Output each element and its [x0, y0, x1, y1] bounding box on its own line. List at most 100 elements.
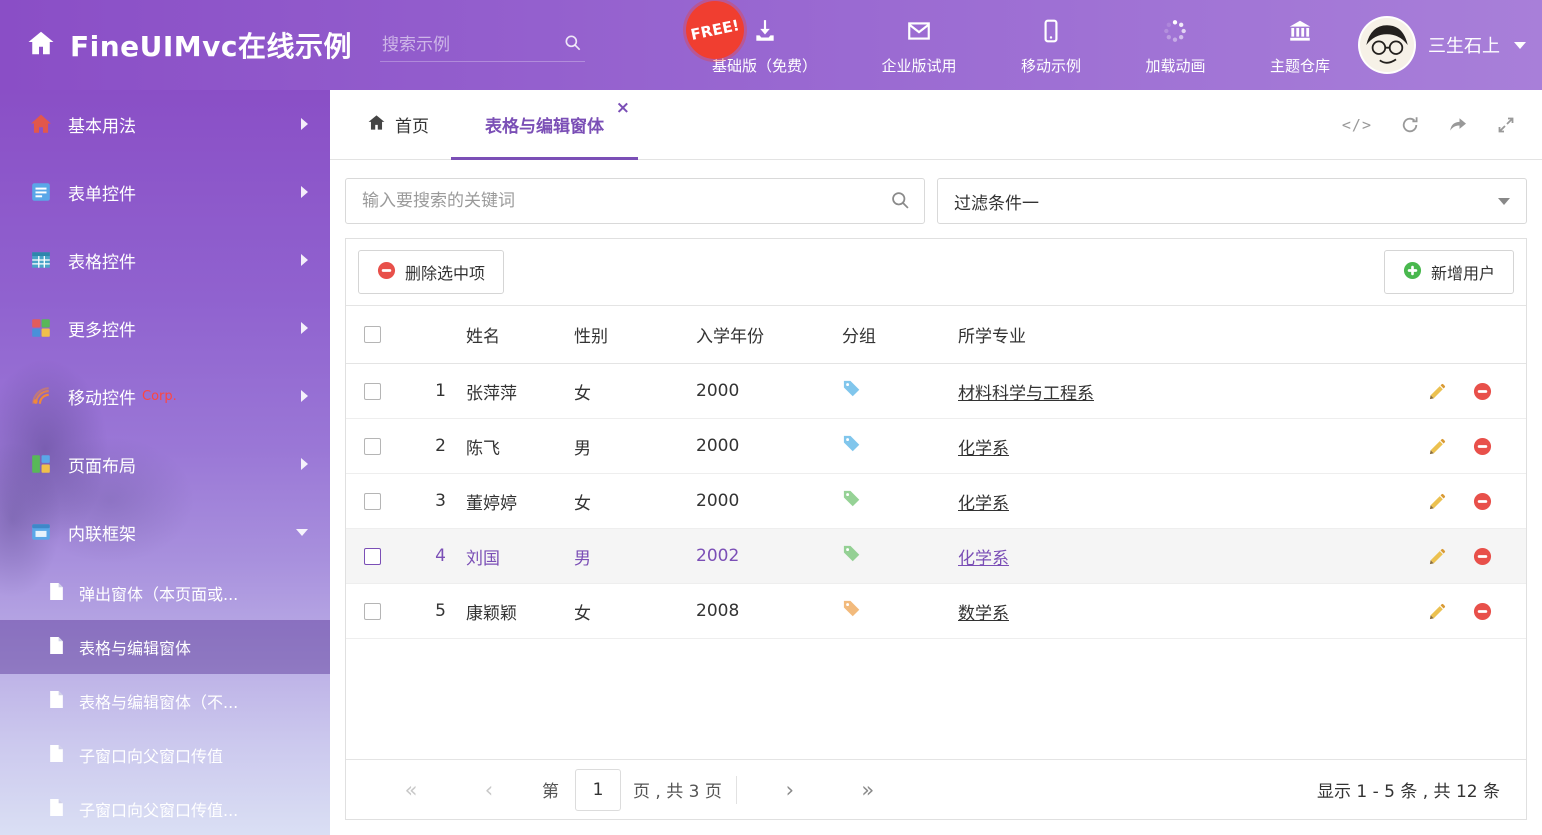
edit-icon[interactable] — [1428, 492, 1447, 511]
subitem-label: 子窗口向父窗口传值 — [79, 743, 223, 767]
sidebar-item-label: 内联框架 — [68, 520, 296, 545]
major-link[interactable]: 化学系 — [958, 549, 1009, 569]
delete-icon[interactable] — [1473, 382, 1492, 401]
sidebar-item-page-layout[interactable]: 页面布局 — [0, 430, 330, 498]
row-checkbox[interactable] — [364, 603, 381, 620]
sidebar-item-label: 表格控件 — [68, 248, 301, 273]
nav-loading-animation[interactable]: 加载动画 — [1145, 14, 1205, 76]
subitem-grid-edit-window[interactable]: 表格与编辑窗体 — [0, 620, 330, 674]
row-checkbox[interactable] — [364, 493, 381, 510]
fullscreen-icon[interactable] — [1496, 115, 1516, 135]
tab-tools: </> — [1342, 90, 1542, 159]
page-number-input[interactable] — [575, 769, 621, 811]
column-header-name: 姓名 — [456, 322, 574, 347]
student-name: 陈飞 — [456, 434, 574, 459]
search-icon[interactable] — [563, 33, 583, 57]
student-name: 张萍萍 — [456, 379, 574, 404]
student-name: 董婷婷 — [456, 489, 574, 514]
delete-icon[interactable] — [1473, 547, 1492, 566]
chevron-down-icon — [1498, 198, 1510, 205]
student-gender: 男 — [574, 544, 696, 569]
close-icon[interactable]: × — [616, 100, 630, 117]
subitem-popup-window[interactable]: 弹出窗体（本页面或... — [0, 566, 330, 620]
mail-icon — [906, 18, 932, 48]
sidebar-item-form-controls[interactable]: 表单控件 — [0, 158, 330, 226]
major-link[interactable]: 化学系 — [958, 439, 1009, 459]
nav-label: 主题仓库 — [1270, 55, 1330, 76]
sidebar-item-more-controls[interactable]: 更多控件 — [0, 294, 330, 362]
chevron-right-icon — [301, 118, 308, 130]
plus-circle-icon — [1403, 261, 1422, 284]
keyword-search-input[interactable] — [345, 178, 925, 224]
file-icon — [48, 798, 65, 821]
sidebar-item-iframe[interactable]: 内联框架 — [0, 498, 330, 566]
last-page-button[interactable]: » — [829, 778, 907, 802]
chevron-right-icon — [301, 458, 308, 470]
button-label: 新增用户 — [1431, 260, 1495, 284]
header: FineUIMvc在线示例 FREE! 基础版（免费） 企业版试用 — [0, 0, 1542, 90]
subitem-child-to-parent[interactable]: 子窗口向父窗口传值 — [0, 728, 330, 782]
app-title: FineUIMvc在线示例 — [70, 25, 352, 65]
row-checkbox[interactable] — [364, 548, 381, 565]
filter-dropdown-value: 过滤条件一 — [954, 189, 1039, 214]
delete-icon[interactable] — [1473, 602, 1492, 621]
first-page-button[interactable]: « — [372, 778, 450, 802]
row-checkbox[interactable] — [364, 383, 381, 400]
edit-icon[interactable] — [1428, 437, 1447, 456]
frame-icon — [30, 521, 52, 543]
row-number: 5 — [398, 601, 456, 621]
source-code-icon[interactable]: </> — [1342, 116, 1372, 134]
nav-enterprise-trial[interactable]: 企业版试用 — [881, 14, 956, 76]
chevron-right-icon — [301, 390, 308, 402]
column-header-year: 入学年份 — [696, 322, 842, 347]
header-nav: 基础版（免费） 企业版试用 移动示例 加载动画 — [712, 0, 1330, 90]
major-link[interactable]: 数学系 — [958, 604, 1009, 624]
brand[interactable]: FineUIMvc在线示例 — [0, 25, 352, 65]
sidebar-item-grid-controls[interactable]: 表格控件 — [0, 226, 330, 294]
cubes-icon — [30, 317, 52, 339]
student-gender: 女 — [574, 489, 696, 514]
refresh-icon[interactable] — [1400, 115, 1420, 135]
minus-circle-icon — [377, 261, 396, 284]
search-icon[interactable] — [890, 190, 911, 215]
subitem-grid-edit-window-2[interactable]: 表格与编辑窗体（不... — [0, 674, 330, 728]
tag-icon — [842, 434, 861, 453]
next-page-button[interactable]: › — [751, 778, 829, 802]
header-search — [380, 29, 585, 62]
edit-icon[interactable] — [1428, 382, 1447, 401]
table-icon — [30, 249, 52, 271]
button-label: 删除选中项 — [405, 260, 485, 284]
filter-dropdown[interactable]: 过滤条件一 — [937, 178, 1527, 224]
nav-theme-store[interactable]: 主题仓库 — [1270, 14, 1330, 76]
subitem-label: 弹出窗体（本页面或... — [79, 581, 238, 605]
add-user-button[interactable]: 新增用户 — [1384, 250, 1514, 294]
delete-selected-button[interactable]: 删除选中项 — [358, 250, 504, 294]
tag-icon — [842, 599, 861, 618]
keyword-search — [345, 178, 925, 224]
edit-icon[interactable] — [1428, 602, 1447, 621]
username: 三生石上 — [1428, 32, 1500, 58]
prev-page-button[interactable]: ‹ — [450, 778, 528, 802]
delete-icon[interactable] — [1473, 492, 1492, 511]
select-all-checkbox[interactable] — [364, 326, 381, 343]
edit-icon[interactable] — [1428, 547, 1447, 566]
sidebar-item-basic-usage[interactable]: 基本用法 — [0, 90, 330, 158]
delete-icon[interactable] — [1473, 437, 1492, 456]
major-link[interactable]: 材料科学与工程系 — [958, 384, 1094, 404]
student-gender: 女 — [574, 599, 696, 624]
subitem-child-to-parent-2[interactable]: 子窗口向父窗口传值... — [0, 782, 330, 835]
table-row: 4 刘国 男 2002 化学系 — [346, 529, 1526, 584]
tab-home[interactable]: 首页 — [345, 90, 451, 159]
user-menu[interactable]: 三生石上 — [1358, 0, 1526, 90]
share-icon[interactable] — [1448, 115, 1468, 135]
file-icon — [48, 636, 65, 659]
tag-icon — [842, 379, 861, 398]
sidebar-item-mobile-controls[interactable]: 移动控件 Corp. — [0, 362, 330, 430]
header-search-input[interactable] — [380, 29, 585, 62]
nav-mobile-demo[interactable]: 移动示例 — [1021, 14, 1081, 76]
tab-grid-edit-window[interactable]: 表格与编辑窗体 × — [451, 90, 638, 159]
row-checkbox[interactable] — [364, 438, 381, 455]
major-link[interactable]: 化学系 — [958, 494, 1009, 514]
sidebar-submenu: 弹出窗体（本页面或... 表格与编辑窗体 表格与编辑窗体（不... 子窗口向父窗… — [0, 566, 330, 835]
file-icon — [48, 690, 65, 713]
